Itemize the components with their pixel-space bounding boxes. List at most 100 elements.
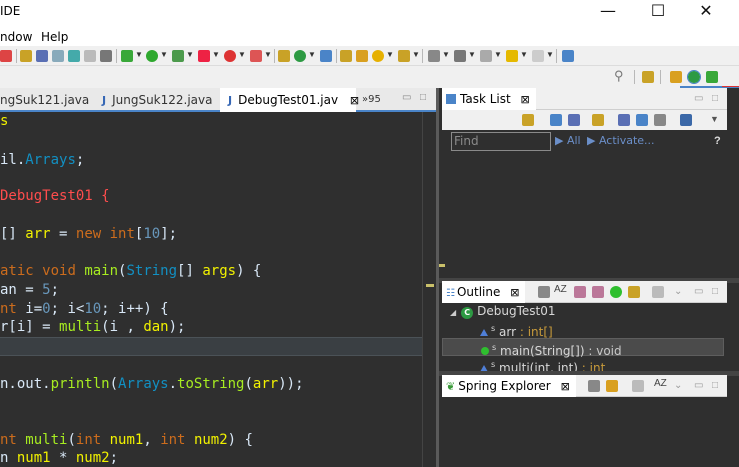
new-file-icon[interactable] — [320, 50, 332, 62]
search-icon[interactable]: ⚲ — [614, 68, 624, 84]
minimize-view-icon[interactable]: ▭ — [694, 286, 703, 297]
new-class-icon[interactable] — [294, 50, 306, 62]
view-menu-icon[interactable]: ⌄ — [674, 380, 682, 391]
close-tab-icon[interactable]: ⊠ — [350, 94, 359, 107]
expand-arrow-icon[interactable]: ◢ — [450, 308, 456, 317]
find-input[interactable]: Find — [451, 132, 551, 151]
maximize-view-icon[interactable]: □ — [712, 93, 718, 104]
server-icon[interactable] — [250, 50, 262, 62]
debug-perspective-icon[interactable] — [706, 71, 718, 83]
java-perspective-icon[interactable] — [687, 70, 701, 84]
outline-method-main[interactable]: s main(String[]) : void — [442, 338, 724, 358]
menu-window[interactable]: ndow — [0, 30, 32, 44]
run-icon[interactable] — [146, 50, 158, 62]
sort-icon[interactable]: AZ — [654, 378, 667, 389]
folder-icon[interactable] — [398, 50, 410, 62]
link-editor-icon[interactable] — [652, 286, 664, 298]
pin-icon[interactable] — [454, 50, 466, 62]
task-list-content — [442, 130, 727, 284]
maximize-view-icon[interactable]: □ — [712, 380, 718, 391]
hide-static-icon[interactable] — [592, 286, 604, 298]
last-edit-icon[interactable] — [480, 50, 492, 62]
tab-label: ngSuk121.java — [0, 93, 90, 107]
close-view-icon[interactable]: ⊠ — [561, 380, 570, 393]
tab-jungsuk121[interactable]: ngSuk121.java — [0, 88, 96, 112]
spring-explorer-header: ❦ Spring Explorer ⊠ AZ ⌄ ▭ □ — [442, 375, 727, 397]
skip-icon[interactable] — [52, 50, 64, 62]
annotation-icon[interactable] — [20, 50, 32, 62]
maximize-button[interactable]: ☐ — [635, 0, 681, 24]
categorize-icon[interactable] — [550, 114, 562, 126]
search-icon[interactable] — [372, 50, 384, 62]
view-menu-icon[interactable]: ⌄ — [674, 286, 682, 297]
tab-overflow[interactable]: »95 — [362, 88, 392, 112]
repositories-icon[interactable] — [680, 114, 692, 126]
pilcrow-icon[interactable] — [100, 50, 112, 62]
focus-icon[interactable] — [568, 114, 580, 126]
tab-outline[interactable]: ☷ Outline ⊠ — [442, 281, 526, 303]
close-view-icon[interactable]: ⊠ — [521, 93, 530, 106]
link-editor-icon[interactable] — [606, 380, 618, 392]
minimize-button[interactable]: — — [585, 0, 631, 24]
code-line-8: r[i] = multi(i , dan); — [0, 319, 186, 335]
layout-icon[interactable] — [654, 114, 666, 126]
class-name: DebugTest01 — [477, 304, 556, 318]
tab-label: DebugTest01.jav — [238, 93, 339, 107]
tab-debugtest01[interactable]: J DebugTest01.jav ⊠ — [220, 88, 359, 112]
new-project-icon[interactable] — [278, 50, 290, 62]
close-view-icon[interactable]: ⊠ — [510, 286, 519, 299]
filter-all[interactable]: ▶ All — [555, 134, 581, 147]
editor-tabs: ngSuk121.java J JungSuk122.java J DebugTes… — [0, 88, 436, 112]
minimize-editor-icon[interactable]: ▭ — [402, 92, 411, 103]
filter-icon[interactable] — [632, 380, 644, 392]
forward-arrow-icon[interactable] — [532, 50, 544, 62]
layout-icon[interactable] — [562, 50, 574, 62]
spring-icon: ❦ — [446, 380, 456, 393]
menu-help[interactable]: Help — [41, 30, 68, 44]
maximize-editor-icon[interactable]: □ — [420, 92, 426, 103]
activate-link[interactable]: ▶ Activate... — [587, 134, 655, 147]
pencil-icon[interactable] — [36, 50, 48, 62]
close-button[interactable]: ✕ — [683, 0, 729, 24]
spring-explorer-body — [442, 397, 727, 467]
sort-icon[interactable]: AZ — [554, 284, 567, 295]
tab-jungsuk122[interactable]: J JungSuk122.java — [96, 88, 220, 112]
minimize-view-icon[interactable]: ▭ — [694, 380, 703, 391]
title-bar: IDE — ☐ ✕ — [0, 0, 739, 24]
debug-icon[interactable] — [121, 50, 133, 62]
collapse-all-icon[interactable] — [538, 286, 550, 298]
annotation-nav-icon[interactable] — [428, 50, 440, 62]
hide-fields-icon[interactable] — [574, 286, 586, 298]
stop-icon[interactable] — [224, 50, 236, 62]
help-icon[interactable]: ? — [714, 135, 721, 147]
hide-nonpublic-icon[interactable] — [610, 286, 622, 298]
java-icon: J — [228, 94, 233, 107]
collapse-all-icon[interactable] — [588, 380, 600, 392]
external-tools-icon[interactable] — [198, 50, 210, 62]
coverage-icon[interactable] — [172, 50, 184, 62]
hide-local-types-icon[interactable] — [628, 286, 640, 298]
field-icon — [480, 329, 488, 336]
static-marker: s — [491, 360, 496, 369]
block-icon[interactable] — [84, 50, 96, 62]
minimize-view-icon[interactable]: ▭ — [694, 93, 703, 104]
open-perspective-icon[interactable] — [642, 71, 654, 83]
debug-run-icon[interactable] — [0, 50, 12, 62]
outline-field-arr[interactable]: s arr : int[] — [480, 320, 553, 339]
new-task-icon[interactable] — [522, 114, 534, 126]
sync-icon[interactable] — [592, 114, 604, 126]
wrap-icon[interactable] — [68, 50, 80, 62]
collapse-icon[interactable] — [618, 114, 630, 126]
tab-spring-explorer[interactable]: ❦ Spring Explorer ⊠ — [442, 375, 576, 397]
overview-ruler[interactable] — [422, 112, 436, 467]
back-arrow-icon[interactable] — [506, 50, 518, 62]
expand-icon[interactable] — [636, 114, 648, 126]
outline-class-node[interactable]: ◢ C DebugTest01 — [450, 302, 556, 320]
view-menu-icon[interactable]: ▼ — [710, 114, 719, 124]
java-ee-perspective-icon[interactable] — [670, 71, 682, 83]
code-area[interactable]: s il.Arrays; DebugTest01 { [] arr = new … — [0, 112, 436, 467]
open-task-icon[interactable] — [356, 50, 368, 62]
tab-task-list[interactable]: Task List ⊠ — [442, 88, 536, 110]
maximize-view-icon[interactable]: □ — [712, 286, 718, 297]
open-type-icon[interactable] — [340, 50, 352, 62]
